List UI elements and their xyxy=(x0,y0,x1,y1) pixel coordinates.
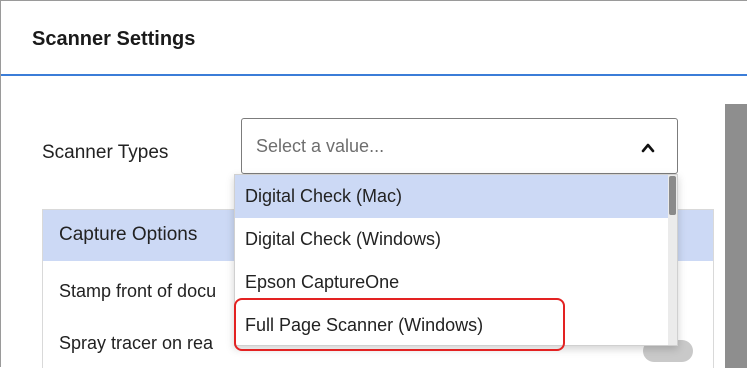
dialog-header: Scanner Settings xyxy=(1,1,747,76)
scanner-settings-dialog: Scanner Settings Scanner Types Select a … xyxy=(0,0,747,368)
dropdown-option[interactable]: Digital Check (Mac) xyxy=(235,175,668,218)
dropdown-option-label: Epson CaptureOne xyxy=(245,272,400,292)
highlight-annotation xyxy=(234,298,565,351)
dialog-title: Scanner Settings xyxy=(32,28,196,50)
scanner-types-label: Scanner Types xyxy=(42,142,169,163)
option-stamp-front: Stamp front of docu xyxy=(59,281,217,301)
chevron-up-icon[interactable] xyxy=(641,141,655,155)
dropdown-scrollbar-thumb[interactable] xyxy=(669,176,676,215)
option-spray-tracer: Spray tracer on rea xyxy=(59,333,214,353)
dropdown-option-label: Digital Check (Mac) xyxy=(245,186,403,206)
dropdown-option-label: Digital Check (Windows) xyxy=(245,229,442,249)
scanner-types-select[interactable]: Select a value... xyxy=(241,118,678,174)
dropdown-option[interactable]: Digital Check (Windows) xyxy=(235,218,668,261)
select-placeholder: Select a value... xyxy=(256,136,385,156)
capture-options-title: Capture Options xyxy=(59,224,198,245)
page-scrollbar[interactable] xyxy=(725,104,747,368)
